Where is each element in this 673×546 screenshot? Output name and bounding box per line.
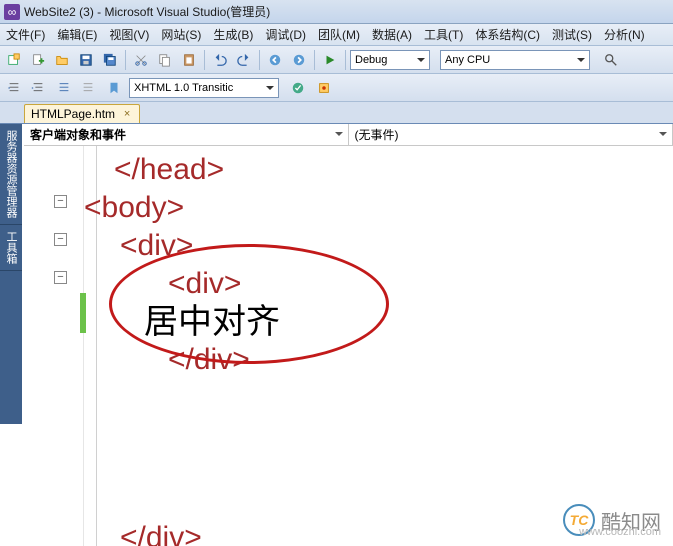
code-line: 居中对齐 (144, 303, 280, 341)
window-title: WebSite2 (3) - Microsoft Visual Studio(管… (24, 3, 270, 20)
save-button[interactable] (75, 49, 97, 71)
open-button[interactable] (51, 49, 73, 71)
nav-events-combo[interactable]: (无事件) (349, 124, 673, 145)
toolbar-separator (204, 50, 205, 70)
toolbar-separator (259, 50, 260, 70)
code-line: <div> (168, 265, 241, 303)
redo-button[interactable] (233, 49, 255, 71)
paste-button[interactable] (178, 49, 200, 71)
code-editor[interactable]: </head> <body> <div> <div> 居中对齐 </div> <… (24, 146, 673, 546)
standard-toolbar: Debug Any CPU (0, 46, 673, 74)
toolbar-separator (314, 50, 315, 70)
platform-combo[interactable]: Any CPU (440, 50, 590, 70)
find-button[interactable] (600, 49, 622, 71)
side-tab-strip: 服务器资源管理器 工具箱 (0, 124, 22, 424)
fold-toggle-icon[interactable] (54, 233, 67, 246)
server-explorer-tab[interactable]: 服务器资源管理器 (0, 124, 22, 225)
menu-bar: 文件(F) 编辑(E) 视图(V) 网站(S) 生成(B) 调试(D) 团队(M… (0, 24, 673, 46)
menu-edit[interactable]: 编辑(E) (51, 24, 103, 45)
fold-toggle-icon[interactable] (54, 271, 67, 284)
uncomment-button[interactable] (77, 77, 99, 99)
menu-website[interactable]: 网站(S) (155, 24, 207, 45)
document-tab[interactable]: HTMLPage.htm × (24, 104, 140, 123)
document-tab-label: HTMLPage.htm (31, 107, 115, 121)
indent-button[interactable] (27, 77, 49, 99)
undo-button[interactable] (209, 49, 231, 71)
copy-button[interactable] (154, 49, 176, 71)
menu-file[interactable]: 文件(F) (0, 24, 51, 45)
menu-team[interactable]: 团队(M) (312, 24, 366, 45)
new-project-button[interactable] (3, 49, 25, 71)
start-button[interactable] (319, 49, 341, 71)
nav-objects-combo[interactable]: 客户端对象和事件 (24, 124, 349, 145)
menu-tools[interactable]: 工具(T) (418, 24, 469, 45)
add-item-button[interactable] (27, 49, 49, 71)
config-combo[interactable]: Debug (350, 50, 430, 70)
title-bar: WebSite2 (3) - Microsoft Visual Studio(管… (0, 0, 673, 24)
style-button[interactable] (313, 77, 335, 99)
code-content: </head> <body> <div> <div> 居中对齐 </div> <… (84, 151, 280, 546)
code-line: <div> (120, 227, 193, 265)
validate-button[interactable] (287, 77, 309, 99)
close-tab-icon[interactable]: × (121, 108, 133, 120)
menu-data[interactable]: 数据(A) (366, 24, 418, 45)
menu-arch[interactable]: 体系结构(C) (469, 24, 546, 45)
doctype-combo[interactable]: XHTML 1.0 Transitic (129, 78, 279, 98)
bookmark-button[interactable] (103, 77, 125, 99)
vs-logo-icon (4, 4, 20, 20)
code-line: </div> (168, 341, 250, 379)
outdent-button[interactable] (3, 77, 25, 99)
watermark: TC 酷知网 www.coozhi.com (563, 504, 661, 536)
code-line: </head> (114, 151, 224, 189)
document-tab-well: HTMLPage.htm × (0, 102, 673, 124)
toolbar-separator (125, 50, 126, 70)
comment-button[interactable] (53, 77, 75, 99)
code-line: <body> (84, 189, 184, 227)
cut-button[interactable] (130, 49, 152, 71)
save-all-button[interactable] (99, 49, 121, 71)
html-toolbar: XHTML 1.0 Transitic (0, 74, 673, 102)
toolbar-separator (345, 50, 346, 70)
toolbox-tab[interactable]: 工具箱 (0, 225, 22, 271)
menu-test[interactable]: 测试(S) (546, 24, 598, 45)
nav-fwd-button[interactable] (288, 49, 310, 71)
code-line: </div> (120, 519, 202, 546)
nav-back-button[interactable] (264, 49, 286, 71)
navigation-bar: 客户端对象和事件 (无事件) (24, 124, 673, 146)
fold-toggle-icon[interactable] (54, 195, 67, 208)
menu-debug[interactable]: 调试(D) (259, 24, 312, 45)
watermark-url: www.coozhi.com (579, 526, 661, 538)
menu-build[interactable]: 生成(B) (207, 24, 259, 45)
menu-analyze[interactable]: 分析(N) (598, 24, 651, 45)
menu-view[interactable]: 视图(V) (103, 24, 155, 45)
